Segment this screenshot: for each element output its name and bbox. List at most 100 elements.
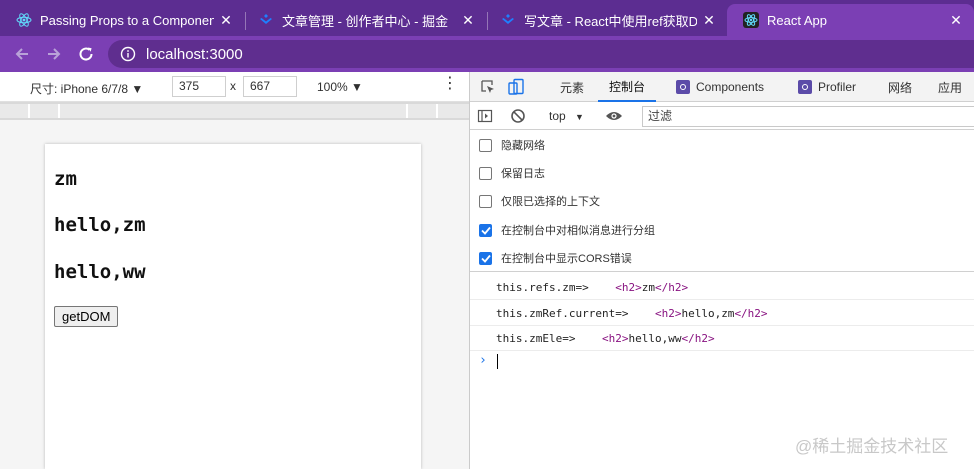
media-query-segment[interactable] [60,104,408,118]
tab-title: 文章管理 - 创作者中心 - 掘金 [282,13,449,29]
tab-components-label: Components [696,80,765,94]
checkmark-icon [480,226,491,235]
device-height-input[interactable]: 667 [243,76,297,97]
checkbox-checked[interactable] [479,223,492,237]
tab-profiler[interactable]: Profiler [798,72,856,102]
media-query-segment[interactable] [438,104,469,118]
url-text: localhost:3000 [146,45,243,63]
log-prefix: this.zmRef.current=> [496,307,629,320]
react-devtools-icon [676,80,690,94]
watermark: @稀土掘金技术社区 [795,437,949,456]
live-expression-eye-icon[interactable] [604,106,624,126]
tab-elements[interactable]: 元素 [560,72,584,102]
browser-tab-1[interactable]: 文章管理 - 创作者中心 - 掘金 ✕ [242,4,486,36]
tab-application-label: 应用 [938,80,963,95]
tab-network-label: 网络 [888,80,913,95]
console-message: this.zmEle=> <h2>hello,ww</h2> [470,326,974,351]
media-query-segment[interactable] [30,104,60,118]
log-tag[interactable]: </h2> [655,281,688,294]
forward-arrow-icon[interactable] [42,42,66,66]
checkbox-checked[interactable] [479,251,492,265]
device-dimensions-select[interactable]: 尺寸: iPhone 6/7/8 ▼ [30,80,143,97]
browser-tab-2[interactable]: 写文章 - React中使用ref获取DO ✕ [484,4,727,36]
tab-elements-label: 元素 [560,80,585,95]
log-content: hello,zm [681,307,735,320]
site-info-icon[interactable] [120,46,136,62]
log-prefix: this.zmEle=> [496,332,576,345]
back-arrow-icon[interactable] [10,42,34,66]
log-tag[interactable]: </h2> [734,307,767,320]
devtools-tab-bar: 元素 控制台 Components Profiler 网络 应用 [470,72,974,102]
console-message-text: this.zmEle=> <h2>hello,ww</h2> [496,332,715,345]
console-message: this.refs.zm=> <h2>zm</h2> [470,275,974,300]
console-settings: 隐藏网络 保留日志 仅限已选择的上下文 在控制台中对相似消息进行分组 在控制台中… [470,130,974,272]
setting-label: 在控制台中显示CORS错误 [501,253,632,265]
reload-icon[interactable] [74,42,98,66]
checkmark-icon [480,254,491,263]
get-dom-button[interactable]: getDOM [54,306,119,327]
zoom-label: 100% [317,80,348,94]
tab-network[interactable]: 网络 [888,72,912,102]
zoom-select[interactable]: 100% ▼ [317,80,363,94]
console-toolbar: top ▼ 过滤 [470,103,974,130]
browser-tab-strip: Passing Props to a Component ✕ 文章管理 - 创作… [0,0,974,36]
address-bar[interactable]: localhost:3000 [108,40,974,68]
tab-title: 写文章 - React中使用ref获取DO [524,13,697,29]
device-width-input[interactable]: 375 [172,76,226,97]
console-message-text: this.zmRef.current=> <h2>hello,zm</h2> [496,307,768,320]
close-tab-icon[interactable]: ✕ [701,12,717,28]
log-content: hello,ww [628,332,682,345]
device-dimensions-label: 尺寸: iPhone 6/7/8 [30,82,129,96]
checkbox[interactable] [479,166,492,180]
setting-show-cors-errors[interactable]: 在控制台中显示CORS错误 [479,249,632,267]
toggle-sidebar-icon[interactable] [475,106,495,126]
browser-tab-3[interactable]: React App ✕ [727,4,974,36]
react-devtools-icon [798,80,812,94]
heading-hello-zm: hello,zm [54,214,146,236]
context-label: top [549,109,566,123]
devtools-panel: 元素 控制台 Components Profiler 网络 应用 top ▼ 过… [469,72,974,469]
log-tag[interactable]: </h2> [681,332,714,345]
log-tag[interactable]: <h2> [615,281,642,294]
tab-application[interactable]: 应用 [938,72,962,102]
context-selector[interactable]: top ▼ [549,109,584,123]
log-prefix: this.refs.zm=> [496,281,589,294]
chevron-down-icon: ▼ [575,112,584,122]
tab-title: Passing Props to a Component [40,12,214,28]
console-input[interactable] [497,354,498,369]
inspect-element-icon[interactable] [478,77,498,97]
setting-selected-context-only[interactable]: 仅限已选择的上下文 [479,192,600,210]
log-tag[interactable]: <h2> [602,332,629,345]
setting-label: 隐藏网络 [501,140,545,152]
setting-label: 保留日志 [501,168,545,180]
console-filter-input[interactable]: 过滤 [642,106,974,127]
browser-toolbar: localhost:3000 [0,36,974,72]
media-query-segment[interactable] [408,104,438,118]
setting-group-similar[interactable]: 在控制台中对相似消息进行分组 [479,221,655,239]
setting-hide-network[interactable]: 隐藏网络 [479,136,545,154]
console-message-text: this.refs.zm=> <h2>zm</h2> [496,281,688,294]
console-message: this.zmRef.current=> <h2>hello,zm</h2> [470,301,974,326]
checkbox[interactable] [479,194,492,208]
close-tab-icon[interactable]: ✕ [218,12,234,28]
device-toolbar-toggle-icon[interactable] [506,77,526,97]
media-query-bar [0,102,469,120]
close-tab-icon[interactable]: ✕ [948,12,964,28]
react-docs-favicon-icon [16,12,32,28]
juejin-favicon-icon [258,12,274,28]
browser-tab-0[interactable]: Passing Props to a Component ✕ [0,4,244,36]
juejin-favicon-icon [500,12,516,28]
tab-console[interactable]: 控制台 [598,72,657,102]
media-query-segment[interactable] [0,104,30,118]
setting-preserve-log[interactable]: 保留日志 [479,164,545,182]
tab-components[interactable]: Components [676,72,764,102]
close-tab-icon[interactable]: ✕ [460,12,476,28]
checkbox[interactable] [479,138,492,152]
dimension-separator: x [230,79,236,93]
device-screen: zm hello,zm hello,ww getDOM [45,144,421,469]
log-content: zm [641,281,655,294]
more-options-icon[interactable]: ⋮ [442,76,458,92]
log-tag[interactable]: <h2> [655,307,682,320]
setting-label: 在控制台中对相似消息进行分组 [501,225,655,237]
clear-console-icon[interactable] [508,106,528,126]
